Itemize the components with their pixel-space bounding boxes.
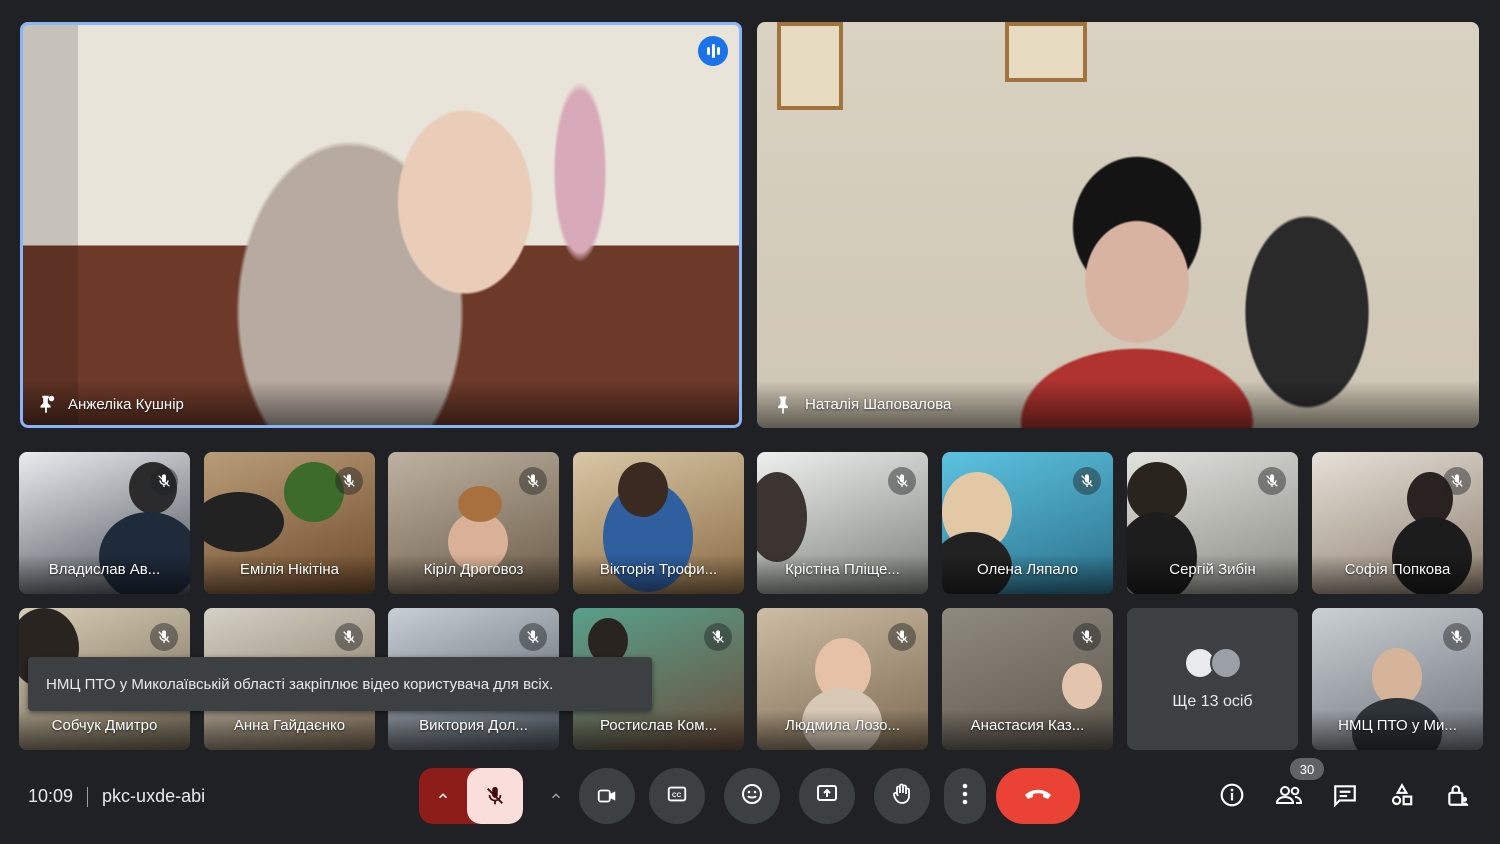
- meeting-details-button[interactable]: [1215, 780, 1249, 814]
- participant-tile[interactable]: Емілія Нікітіна: [204, 452, 375, 594]
- mic-off-icon: [1443, 467, 1471, 495]
- participant-tile[interactable]: Людмила Лозо...: [757, 608, 928, 750]
- avatar-stack: [1183, 647, 1242, 679]
- participants-count-badge: 30: [1290, 758, 1324, 780]
- participant-name: Виктория Дол...: [388, 710, 559, 750]
- mic-off-icon: [704, 623, 732, 651]
- participant-name: Ростислав Ком...: [573, 710, 744, 750]
- mic-off-icon: [1073, 623, 1101, 651]
- participant-name: Наталія Шаповалова: [805, 395, 952, 413]
- chat-button[interactable]: [1328, 780, 1362, 814]
- more-participants-label: Ще 13 осіб: [1172, 693, 1253, 710]
- participant-name: Собчук Дмитро: [19, 710, 190, 750]
- people-button[interactable]: [1272, 780, 1306, 814]
- participant-tile[interactable]: Владислав Ав...: [19, 452, 190, 594]
- participant-name: Олена Ляпало: [942, 554, 1113, 594]
- participant-tile[interactable]: НМЦ ПТО у Ми...: [1312, 608, 1483, 750]
- meeting-info: 10:09 pkc-uxde-abi: [28, 786, 205, 807]
- meeting-code[interactable]: pkc-uxde-abi: [102, 786, 205, 807]
- chevron-up-icon[interactable]: [419, 768, 467, 824]
- lock-person-icon: [1445, 782, 1471, 813]
- mic-off-icon: [150, 467, 178, 495]
- participant-name: НМЦ ПТО у Ми...: [1312, 710, 1483, 750]
- more-vert-icon: [962, 783, 968, 810]
- wall-frame: [1005, 22, 1087, 82]
- pinned-video-tile-1[interactable]: Анжеліка Кушнір: [20, 22, 742, 428]
- mic-off-icon: [335, 467, 363, 495]
- mic-control-group: [419, 768, 523, 824]
- speaking-indicator-icon: [698, 36, 728, 66]
- participant-tile[interactable]: Олена Ляпало: [942, 452, 1113, 594]
- participant-name: Крістіна Пліще...: [757, 554, 928, 594]
- mic-off-icon: [519, 623, 547, 651]
- meet-app: Анжеліка Кушнір Наталія Шаповалова Влади…: [0, 0, 1500, 844]
- mic-off-icon: [150, 623, 178, 651]
- info-icon: [1219, 782, 1245, 813]
- chevron-up-icon[interactable]: [533, 768, 579, 824]
- mic-off-icon: [888, 623, 916, 651]
- pinned-video-tile-2[interactable]: Наталія Шаповалова: [757, 22, 1479, 428]
- leave-call-button[interactable]: [996, 768, 1080, 824]
- mic-off-icon: [335, 623, 363, 651]
- activities-icon: [1389, 782, 1415, 813]
- participant-name: Анна Гайдаєнко: [204, 710, 375, 750]
- hand-icon: [890, 781, 914, 812]
- participant-tile[interactable]: Кіріл Дроговоз: [388, 452, 559, 594]
- participant-name: Емілія Нікітіна: [204, 554, 375, 594]
- emoji-icon: [740, 782, 764, 811]
- participant-tile[interactable]: Софія Попкова: [1312, 452, 1483, 594]
- mic-off-icon: [519, 467, 547, 495]
- pin-icon[interactable]: [771, 392, 795, 416]
- participant-tile[interactable]: Сергій Зибін: [1127, 452, 1298, 594]
- control-bar: 10:09 pkc-uxde-abi CC 30: [0, 758, 1500, 832]
- people-icon: [1275, 783, 1303, 812]
- hangup-icon: [1023, 786, 1053, 807]
- wall-frame: [777, 22, 843, 110]
- participant-tile[interactable]: Крістіна Пліще...: [757, 452, 928, 594]
- participant-name: Вікторія Трофи...: [573, 554, 744, 594]
- participant-name: Людмила Лозо...: [757, 710, 928, 750]
- tile-name-row: Наталія Шаповалова: [757, 380, 1479, 428]
- participant-name: Сергій Зибін: [1127, 554, 1298, 594]
- mic-off-icon: [888, 467, 916, 495]
- avatar: [1209, 647, 1242, 679]
- participant-name: Анжеліка Кушнір: [68, 395, 184, 413]
- mic-off-icon: [1443, 623, 1471, 651]
- pin-notification-toast: НМЦ ПТО у Миколаївській області закріплю…: [28, 657, 652, 711]
- present-screen-icon: [814, 782, 840, 811]
- participant-name: Владислав Ав...: [19, 554, 190, 594]
- reactions-button[interactable]: [724, 768, 780, 824]
- meeting-time: 10:09: [28, 786, 74, 806]
- svg-text:CC: CC: [672, 792, 682, 799]
- raise-hand-button[interactable]: [874, 768, 930, 824]
- activities-button[interactable]: [1385, 780, 1419, 814]
- captions-button[interactable]: CC: [649, 768, 705, 824]
- host-controls-button[interactable]: [1441, 780, 1475, 814]
- pin-person-icon[interactable]: [34, 392, 58, 416]
- captions-icon: CC: [665, 783, 689, 810]
- participant-name: Кіріл Дроговоз: [388, 554, 559, 594]
- camera-icon[interactable]: [579, 768, 635, 824]
- participant-name: Анастасия Каз...: [942, 710, 1113, 750]
- mic-off-icon[interactable]: [467, 768, 523, 824]
- participant-tile[interactable]: Анастасия Каз...: [942, 608, 1113, 750]
- mic-off-icon: [1258, 467, 1286, 495]
- divider: [87, 786, 89, 807]
- camera-control-group: [533, 768, 635, 824]
- present-button[interactable]: [799, 768, 855, 824]
- participant-video: [20, 22, 742, 428]
- tile-name-row: Анжеліка Кушнір: [20, 380, 742, 428]
- more-options-button[interactable]: [944, 768, 986, 824]
- chat-icon: [1332, 782, 1358, 813]
- more-participants-tile[interactable]: Ще 13 осіб: [1127, 608, 1298, 750]
- participant-name: Софія Попкова: [1312, 554, 1483, 594]
- participant-video: [757, 22, 1479, 428]
- mic-off-icon: [1073, 467, 1101, 495]
- participant-tile[interactable]: Вікторія Трофи...: [573, 452, 744, 594]
